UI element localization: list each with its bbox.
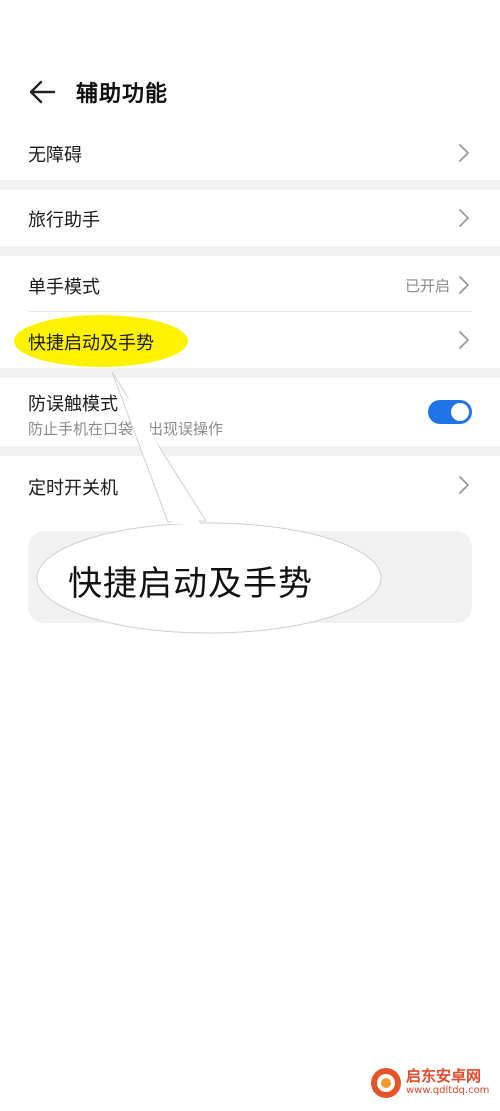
row-label: 无障碍	[28, 145, 82, 166]
highlighted-label: 快捷启动及手势	[28, 333, 154, 354]
row-subtitle: 防止手机在口袋中出现误操作	[28, 420, 224, 438]
chevron-right-icon	[459, 209, 469, 227]
row-label: 旅行助手	[28, 210, 100, 231]
chevron-right-icon	[459, 331, 469, 349]
bubble-text: 快捷启动及手势	[68, 564, 313, 604]
row-label: 防误触模式	[28, 394, 118, 415]
section-separator	[0, 180, 500, 190]
watermark-title: 启东安卓网	[406, 1067, 482, 1085]
watermark-url: www.qdltdq.com	[406, 1085, 490, 1096]
watermark: 启东安卓网 www.qdltdq.com	[370, 1063, 490, 1103]
row-travel-assistant[interactable]: 旅行助手	[0, 190, 500, 246]
row-accessibility[interactable]: 无障碍	[0, 126, 500, 180]
app-header: 辅助功能	[0, 62, 500, 122]
section-separator	[0, 446, 500, 456]
row-timer-power[interactable]: 定时开关机	[0, 456, 500, 512]
arrow-left-icon	[29, 80, 56, 104]
row-label: 定时开关机	[28, 478, 118, 499]
watermark-logo-icon	[371, 1068, 401, 1098]
section-separator	[0, 368, 500, 378]
chevron-right-icon	[459, 276, 469, 294]
row-label: 单手模式	[28, 277, 100, 298]
page-title: 辅助功能	[76, 82, 169, 107]
row-one-hand-mode[interactable]: 单手模式 已开启	[0, 256, 500, 312]
back-button[interactable]	[22, 74, 62, 110]
chevron-right-icon	[459, 476, 469, 494]
row-anti-mistouch[interactable]: 防误触模式 防止手机在口袋中出现误操作	[0, 378, 500, 446]
anti-mistouch-toggle[interactable]	[428, 400, 472, 424]
chevron-right-icon	[459, 144, 469, 162]
toggle-knob	[451, 403, 469, 421]
section-separator	[0, 246, 500, 256]
row-value: 已开启	[404, 277, 450, 295]
